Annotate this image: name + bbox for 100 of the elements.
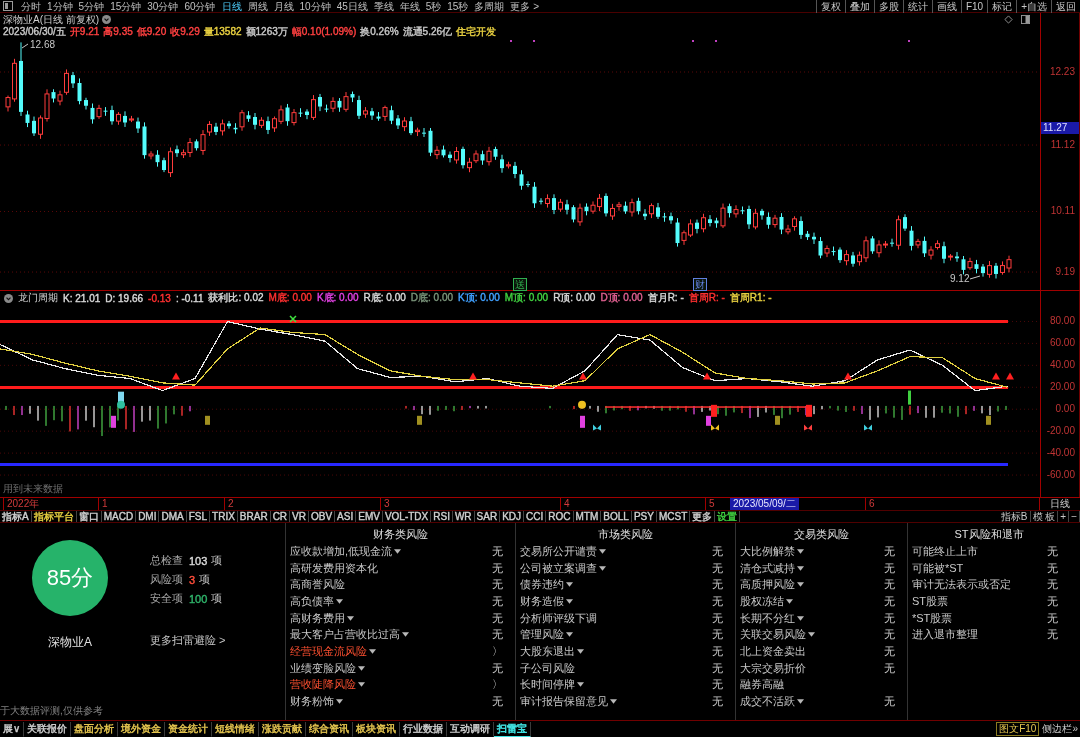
- caret-icon[interactable]: [358, 682, 365, 688]
- risk-item[interactable]: 成交不活跃: [740, 694, 795, 710]
- risk-item[interactable]: 财务粉饰: [290, 694, 334, 710]
- risk-item[interactable]: 关联交易风险: [740, 627, 806, 643]
- f10-button[interactable]: 图文F10: [996, 722, 1040, 736]
- period-tab[interactable]: 15分钟: [107, 0, 145, 13]
- indicator-tab[interactable]: MCST: [656, 511, 691, 522]
- risk-item[interactable]: 子公司风险: [520, 660, 575, 676]
- risk-item[interactable]: 长时间停牌: [520, 677, 575, 693]
- indicator-tab[interactable]: WR: [452, 511, 475, 522]
- risk-item[interactable]: ST股票: [912, 593, 949, 609]
- bottom-tab[interactable]: 展∨: [0, 721, 25, 737]
- toolbar-button[interactable]: 标记: [987, 0, 1017, 13]
- indicator-tab[interactable]: 模 板: [1030, 511, 1059, 522]
- bottom-tab[interactable]: 资金统计: [165, 721, 213, 737]
- period-tab[interactable]: 分时: [18, 0, 44, 13]
- period-tab[interactable]: 季线: [370, 0, 397, 13]
- indicator-tab[interactable]: CR: [270, 511, 291, 522]
- risk-item[interactable]: 进入退市整理: [912, 627, 978, 643]
- period-tab[interactable]: 60分钟: [181, 0, 219, 13]
- risk-item[interactable]: 融券高融: [740, 677, 784, 693]
- caret-icon[interactable]: [797, 582, 804, 588]
- caret-icon[interactable]: [797, 615, 804, 621]
- indicator-tab[interactable]: −: [1069, 511, 1080, 522]
- risk-item[interactable]: 公司被立案调查: [520, 560, 597, 576]
- indicator-tab[interactable]: MTM: [573, 511, 602, 522]
- period-tab[interactable]: 年线: [396, 0, 423, 13]
- period-tab[interactable]: 5秒: [422, 0, 445, 13]
- period-tab[interactable]: 月线: [270, 0, 297, 13]
- risk-item[interactable]: 债券违约: [520, 577, 564, 593]
- indicator-tab[interactable]: 设置: [715, 511, 741, 522]
- bottom-tab[interactable]: 板块资讯: [353, 721, 401, 737]
- bottom-tab[interactable]: 互动调研: [447, 721, 495, 737]
- indicator-tab[interactable]: 指标B: [998, 511, 1031, 522]
- period-tab[interactable]: 日线: [218, 0, 245, 13]
- caret-icon[interactable]: [336, 598, 343, 604]
- diamond-icon[interactable]: [1004, 15, 1013, 24]
- indicator-tab[interactable]: BRAR: [237, 511, 271, 522]
- bottom-tab[interactable]: 行业数据: [400, 721, 448, 737]
- indicator-tab[interactable]: SAR: [474, 511, 501, 522]
- bottom-tab[interactable]: 涨跌贡献: [259, 721, 307, 737]
- indicator-tab[interactable]: TRIX: [210, 511, 238, 522]
- chevron-circle-icon[interactable]: [4, 293, 13, 303]
- indicator-tab[interactable]: 窗口: [76, 511, 102, 522]
- risk-item[interactable]: 应收款增加,低现金流: [290, 543, 393, 559]
- caret-icon[interactable]: [797, 548, 804, 554]
- indicator-tab[interactable]: FSL: [186, 511, 211, 522]
- risk-item[interactable]: 交易所公开谴责: [520, 543, 597, 559]
- indicator-tab[interactable]: MACD: [101, 511, 137, 522]
- period-tab[interactable]: 1分钟: [44, 0, 76, 13]
- indicator-tab[interactable]: EMV: [356, 511, 383, 522]
- period-tab[interactable]: 45日线: [333, 0, 371, 13]
- caret-icon[interactable]: [808, 632, 815, 638]
- toolbar-button[interactable]: 多股: [873, 0, 903, 13]
- indicator-tab[interactable]: ROC: [546, 511, 574, 522]
- risk-item[interactable]: 审计无法表示或否定: [912, 577, 1011, 593]
- bottom-tab[interactable]: 盘面分析: [71, 721, 119, 737]
- risk-item[interactable]: 经营现金流风险: [290, 643, 367, 659]
- risk-item[interactable]: 高负债率: [290, 593, 334, 609]
- panel-toggle-icon[interactable]: [3, 1, 13, 11]
- risk-item[interactable]: 股权冻结: [740, 593, 784, 609]
- risk-item[interactable]: 审计报告保留意见: [520, 694, 608, 710]
- risk-item[interactable]: *ST股票: [912, 610, 953, 626]
- bottom-tab[interactable]: 短线情绪: [212, 721, 260, 737]
- risk-item[interactable]: 可能终止上市: [912, 543, 978, 559]
- caret-icon[interactable]: [610, 699, 617, 705]
- risk-item[interactable]: 长期不分红: [740, 610, 795, 626]
- caret-icon[interactable]: [577, 682, 584, 688]
- indicator-tab[interactable]: VOL-TDX: [382, 511, 432, 522]
- indicator-tab[interactable]: BOLL: [601, 511, 632, 522]
- risk-item[interactable]: 清仓式减持: [740, 560, 795, 576]
- indicator-tab[interactable]: CCI: [524, 511, 547, 522]
- caret-icon[interactable]: [797, 699, 804, 705]
- period-tab[interactable]: 10分钟: [296, 0, 334, 13]
- caret-icon[interactable]: [347, 615, 354, 621]
- indicator-tab[interactable]: 更多: [690, 511, 716, 522]
- risk-item[interactable]: 管理风险: [520, 627, 564, 643]
- caret-icon[interactable]: [336, 699, 343, 705]
- caret-icon[interactable]: [566, 598, 573, 604]
- toolbar-button[interactable]: 叠加: [844, 0, 874, 13]
- toolbar-button[interactable]: 复权: [815, 0, 845, 13]
- indicator-tab[interactable]: DMI: [136, 511, 160, 522]
- risk-item[interactable]: 高商誉风险: [290, 577, 345, 593]
- indicator-tab[interactable]: 指标平台: [31, 511, 77, 522]
- indicator-tab[interactable]: VR: [290, 511, 309, 522]
- risk-item[interactable]: 高研发费用资本化: [290, 560, 378, 576]
- indicator-tab[interactable]: 指标A: [0, 511, 32, 522]
- caret-icon[interactable]: [566, 582, 573, 588]
- risk-item[interactable]: 最大客户占营收比过高: [290, 627, 400, 643]
- caret-icon[interactable]: [797, 565, 804, 571]
- caret-icon[interactable]: [369, 648, 376, 654]
- bottom-tab[interactable]: 境外资金: [118, 721, 166, 737]
- period-tab[interactable]: 周线: [244, 0, 271, 13]
- sidebar-button[interactable]: 侧边栏»: [1042, 722, 1080, 736]
- caret-icon[interactable]: [402, 632, 409, 638]
- period-tab[interactable]: 5分钟: [75, 0, 108, 13]
- bottom-tab[interactable]: 关联报价: [24, 721, 72, 737]
- toolbar-button[interactable]: 统计: [902, 0, 932, 13]
- risk-item[interactable]: 分析师评级下调: [520, 610, 597, 626]
- toolbar-button[interactable]: F10: [960, 0, 988, 13]
